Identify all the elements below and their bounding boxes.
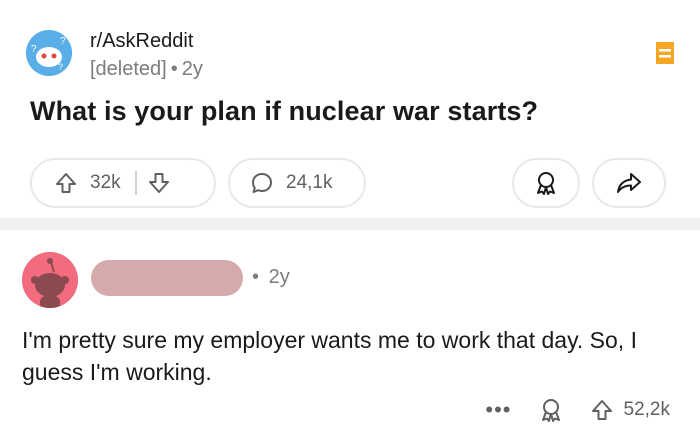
svg-text:?: ? — [31, 44, 37, 55]
comment-upvote-count: 52,2k — [623, 399, 670, 420]
downvote-icon[interactable] — [147, 171, 171, 195]
post-age: 2y — [181, 58, 203, 80]
post-author[interactable]: [deleted] — [90, 58, 167, 80]
vote-divider — [134, 171, 137, 195]
subreddit-avatar-icon[interactable]: ? ? ? — [26, 30, 72, 76]
upvote-count: 32k — [90, 172, 121, 193]
comment-text: I'm pretty sure my employer wants me to … — [22, 327, 637, 385]
svg-text:?: ? — [58, 62, 63, 72]
vote-control: 32k — [30, 158, 216, 208]
award-icon — [533, 170, 559, 196]
comments-button[interactable]: 24,1k — [228, 158, 366, 208]
section-divider — [0, 218, 700, 230]
svg-text:?: ? — [60, 36, 66, 47]
more-icon[interactable]: ••• — [485, 397, 511, 423]
snoo-avatar-icon[interactable] — [22, 252, 78, 308]
upvote-icon[interactable] — [54, 171, 78, 195]
post-meta: [deleted] • 2y — [90, 58, 203, 81]
comment-meta: • 2y — [252, 266, 290, 289]
save-icon[interactable] — [656, 42, 674, 64]
meta-separator: • — [252, 266, 260, 288]
comment-card: • 2y I'm pretty sure my employer wants m… — [0, 230, 700, 445]
meta-separator: • — [170, 58, 178, 80]
share-icon — [616, 171, 642, 195]
comment-actions: ••• 52,2k — [485, 395, 670, 425]
comment-icon — [250, 171, 274, 195]
post-title[interactable]: What is your plan if nuclear war starts? — [30, 96, 538, 127]
post-card: ? ? ? r/AskReddit [deleted] • 2y What is y… — [0, 0, 700, 218]
share-button[interactable] — [592, 158, 666, 208]
upvote-icon[interactable] — [590, 398, 614, 422]
username-redacted[interactable] — [91, 260, 243, 296]
award-button[interactable] — [512, 158, 580, 208]
subreddit-name[interactable]: r/AskReddit — [90, 30, 193, 53]
comment-age: 2y — [268, 266, 290, 288]
award-icon[interactable] — [538, 397, 564, 423]
comment-count: 24,1k — [286, 172, 333, 193]
